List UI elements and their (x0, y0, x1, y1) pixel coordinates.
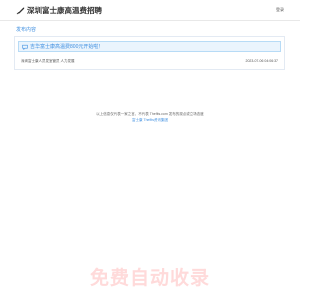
feather-pen-icon (16, 7, 25, 14)
footer-disclaimer: 以上信息仅代表一家之言，不代表 Thefits.com 发布的观点或立场态度 (96, 112, 204, 116)
notice-banner[interactable]: 吉华富士康高温费800元开始啦！ (18, 41, 281, 52)
nav-login-link[interactable]: 登录 (276, 7, 284, 13)
section-title: 发布内容 (16, 27, 37, 33)
post-author: 深圳富士康人员发室管员 人力发展 (21, 59, 75, 63)
post-timestamp: 2023-07-06 04:06:37 (245, 59, 279, 63)
site-header: 深圳富士康高温费招聘 首页 登录 (0, 0, 300, 21)
watermark: 免费自动收录 (89, 267, 210, 289)
notice-text: 吉华富士康高温费800元开始啦！ (30, 44, 104, 50)
post-panel: 吉华富士康高温费800元开始啦！ 深圳富士康人员发室管员 人力发展 2023-0… (14, 36, 285, 70)
speech-bubble-icon (22, 44, 28, 50)
footer-copyright-link[interactable]: 富士康 Thefits资讯集团 (0, 118, 300, 123)
nav-home-link[interactable]: 首页 (88, 7, 96, 13)
